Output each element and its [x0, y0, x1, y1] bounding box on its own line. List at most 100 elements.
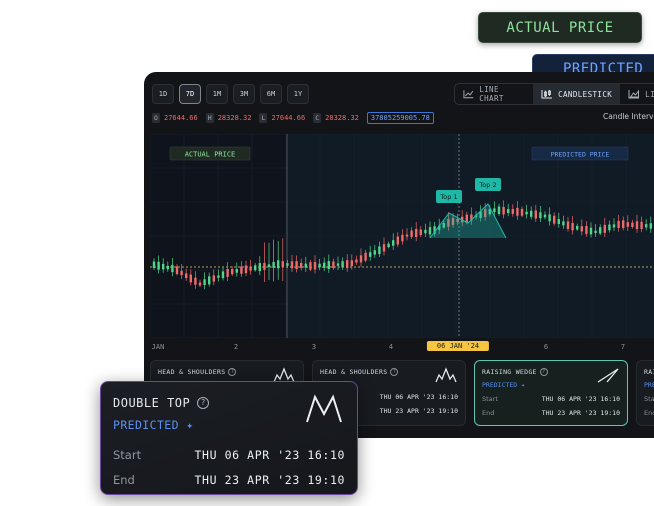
pattern-card[interactable]: RAI PRE Sta End	[636, 360, 654, 426]
candle-body	[212, 275, 215, 282]
candle-body	[152, 261, 156, 269]
pattern-card-title-row: RAI	[644, 368, 654, 376]
candle-body	[640, 221, 643, 230]
candle-body	[221, 271, 225, 279]
candle-body	[419, 229, 422, 235]
help-icon[interactable]: ?	[390, 368, 399, 376]
candle-body	[401, 234, 404, 242]
candle-body	[263, 262, 266, 270]
candle-body	[622, 220, 625, 229]
candle-body	[249, 266, 252, 271]
candle-body	[617, 220, 620, 229]
open-value: 27644.66	[164, 114, 198, 122]
candle-body	[198, 282, 202, 286]
top-2-label: Top 2	[478, 181, 496, 189]
line-chart-button[interactable]: LINE CHART	[455, 84, 533, 104]
candle-body	[281, 261, 284, 268]
candle-body	[566, 221, 570, 229]
candle-body	[415, 229, 418, 237]
candle-body	[493, 208, 496, 213]
candlestick-button[interactable]: CANDLESTICK	[533, 84, 621, 104]
candle-body	[594, 230, 597, 233]
detail-start-row: Start THU 06 APR '23 16:10	[113, 448, 345, 462]
rising-wedge-icon	[597, 368, 619, 383]
pattern-card-end-row: End	[644, 409, 654, 417]
candle-body	[428, 227, 432, 235]
candle-body	[626, 222, 629, 227]
start-value: THU 06 APR '23 16:10	[541, 395, 620, 403]
close-value: 28328.32	[325, 114, 359, 122]
candle-body	[410, 230, 413, 237]
area-chart-icon	[628, 89, 640, 99]
candle-body	[534, 210, 537, 219]
candle-body	[562, 221, 565, 226]
candlestick-label: CANDLESTICK	[558, 89, 613, 99]
candle-body	[520, 208, 524, 216]
candle-body	[525, 211, 528, 215]
pattern-card-title: HEAD & SHOULDERS	[158, 368, 226, 376]
start-value: THU 06 APR '23 16:10	[379, 393, 458, 401]
candle-body	[631, 222, 634, 228]
candle-body	[226, 269, 229, 277]
open-key: O	[152, 113, 160, 123]
candle-body	[286, 263, 289, 266]
detail-start-value: THU 06 APR '23 16:10	[194, 448, 345, 462]
help-icon[interactable]: ?	[539, 368, 548, 376]
double-top-detail-card[interactable]: DOUBLE TOP? PREDICTED ✦ Start THU 06 APR …	[100, 381, 358, 495]
candle-body	[235, 269, 238, 273]
actual-price-badge: ACTUAL PRICE	[478, 12, 642, 43]
pattern-card-selected[interactable]: RAISING WEDGE? PREDICTED ✦ Start THU 06 A…	[474, 360, 628, 426]
candle-body	[180, 270, 183, 276]
detail-title: DOUBLE TOP	[113, 396, 191, 410]
candle-body	[608, 224, 611, 231]
candle-body	[336, 263, 340, 266]
candle-body	[553, 215, 556, 224]
x-tick-label: 6	[543, 343, 549, 351]
candle-body	[502, 206, 505, 215]
line-chart-label: LINE CHART	[479, 85, 504, 103]
end-value: THU 23 APR '23 19:10	[541, 409, 620, 417]
candle-body	[580, 226, 583, 232]
range-button-7d[interactable]: 7D	[179, 84, 201, 104]
candle-body	[396, 236, 399, 245]
detail-end-label: End	[113, 473, 135, 487]
predicted-price-chip-label: PREDICTED PRICE	[551, 151, 610, 159]
candle-body	[162, 263, 165, 270]
candle-body	[369, 252, 372, 257]
range-button-1y[interactable]: 1Y	[287, 84, 309, 104]
candlestick-chart[interactable]: ACTUAL PRICE PREDICTED PRICE Top 1 Top 2	[150, 134, 654, 338]
head-shoulders-icon	[435, 367, 457, 383]
predicted-label: PRE	[644, 381, 654, 389]
candle-interval-label[interactable]: Candle Interv	[603, 112, 653, 121]
candle-body	[382, 244, 386, 252]
area-chart-button[interactable]: LI	[620, 84, 654, 104]
candle-body	[355, 259, 358, 263]
candle-body	[585, 225, 588, 234]
candle-body	[635, 221, 639, 229]
candlestick-icon	[541, 90, 553, 99]
candle-body	[323, 262, 326, 268]
candle-body	[612, 224, 616, 228]
start-label: Start	[482, 395, 498, 403]
candle-body	[244, 265, 248, 274]
candle-body	[645, 224, 648, 228]
sparkle-icon: ✦	[186, 418, 194, 432]
candle-body	[309, 262, 312, 270]
help-icon[interactable]: ?	[228, 368, 237, 376]
candle-body	[272, 261, 275, 268]
range-button-1d[interactable]: 1D	[152, 84, 174, 104]
candle-body	[576, 225, 579, 230]
detail-start-label: Start	[113, 448, 142, 462]
candle-body	[543, 214, 547, 218]
close-key: C	[313, 113, 322, 123]
low-value: 27644.66	[271, 114, 306, 122]
candle-body	[277, 260, 280, 269]
candle-body	[313, 262, 317, 270]
help-icon[interactable]: ?	[197, 397, 210, 409]
range-button-6m[interactable]: 6M	[260, 84, 282, 104]
range-button-3m[interactable]: 3M	[233, 84, 255, 104]
range-button-1m[interactable]: 1M	[206, 84, 228, 104]
candle-body	[208, 276, 211, 285]
candle-body	[189, 274, 192, 283]
candle-body	[364, 252, 367, 261]
